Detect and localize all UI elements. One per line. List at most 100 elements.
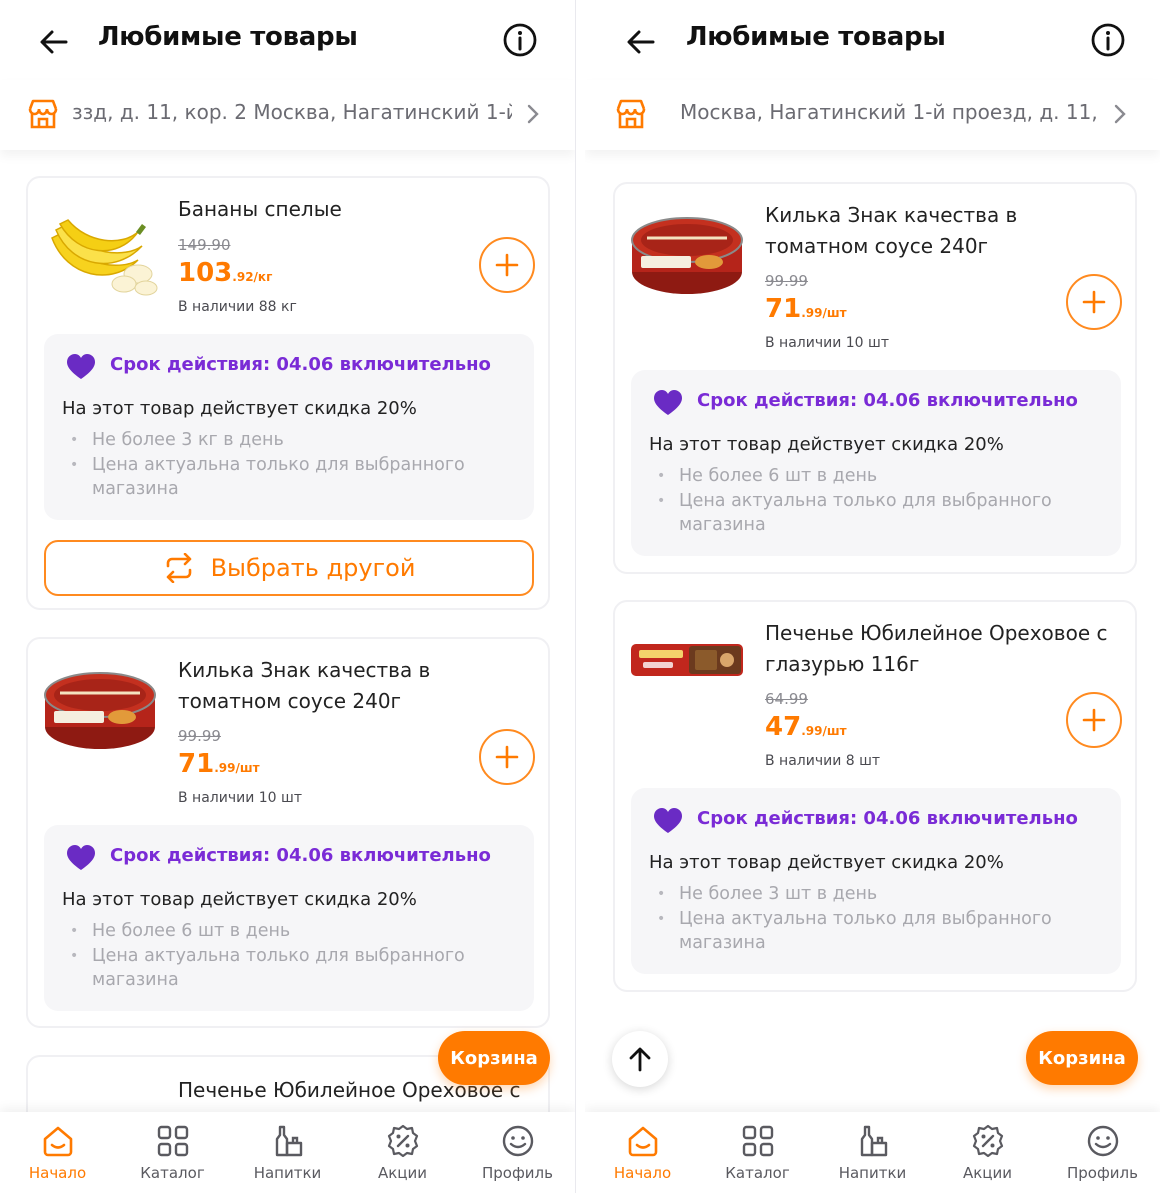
- product-card: Килька Знак качества в томатном соусе 24…: [613, 182, 1137, 574]
- price-unit: .92/кг: [232, 270, 273, 284]
- promo-discount: На этот товар действует скидка 20%: [62, 398, 417, 419]
- promo-rule: Цена актуальна только для выбранного маг…: [657, 907, 1097, 956]
- promo-block: Срок действия: 04.06 включительно На это…: [44, 825, 534, 1011]
- arrow-left-icon[interactable]: [36, 24, 72, 60]
- promo-validity: Срок действия: 04.06 включительно: [697, 390, 1078, 411]
- promo-discount: На этот товар действует скидка 20%: [649, 434, 1004, 455]
- bottles-icon: [275, 1125, 302, 1157]
- old-price: 149.90: [178, 236, 231, 254]
- store-address-bar[interactable]: Москва, Нагатинский 1-й проезд, д. 11, к…: [585, 80, 1160, 150]
- product-card: Печенье Юбилейное Ореховое с глазурью 11…: [613, 600, 1137, 992]
- tab-label: Профиль: [482, 1164, 553, 1182]
- header: Любимые товары: [0, 0, 575, 80]
- store-icon: [616, 99, 646, 129]
- current-price: 71.99/шт: [178, 749, 260, 779]
- tab-profile[interactable]: Профиль: [1045, 1112, 1160, 1193]
- tab-drinks[interactable]: Напитки: [230, 1112, 345, 1193]
- promo-discount: На этот товар действует скидка 20%: [62, 889, 417, 910]
- product-name: Килька Знак качества в томатном соусе 24…: [178, 658, 431, 713]
- heart-icon: [654, 390, 682, 415]
- info-icon[interactable]: [502, 22, 538, 58]
- chevron-right-icon: [527, 104, 539, 124]
- add-to-cart-button[interactable]: [1066, 692, 1122, 748]
- tab-home[interactable]: Начало: [0, 1112, 115, 1193]
- product-name: Печенье Юбилейное Ореховое с глазурью 11…: [765, 621, 1108, 676]
- tab-promotions[interactable]: Акции: [345, 1112, 460, 1193]
- add-to-cart-button[interactable]: [479, 729, 535, 785]
- chevron-right-icon: [1114, 104, 1126, 124]
- page-title: Любимые товары: [98, 22, 358, 52]
- discount-badge-icon: [387, 1124, 418, 1158]
- choose-other-button[interactable]: Выбрать другой: [44, 540, 534, 596]
- current-price: 103.92/кг: [178, 258, 272, 288]
- product-card: Килька Знак качества в томатном соусе 24…: [26, 637, 550, 1028]
- current-price: 71.99/шт: [765, 294, 847, 324]
- cart-button[interactable]: Корзина: [1026, 1031, 1138, 1085]
- info-icon[interactable]: [1090, 22, 1126, 58]
- cart-button[interactable]: Корзина: [438, 1031, 550, 1085]
- tab-promotions[interactable]: Акции: [930, 1112, 1045, 1193]
- screen-divider: [575, 0, 585, 1193]
- store-address: Москва, Нагатинский 1-й проезд, д. 11, к…: [680, 100, 1102, 124]
- choose-other-label: Выбрать другой: [210, 554, 416, 582]
- promo-validity: Срок действия: 04.06 включительно: [110, 845, 491, 866]
- add-to-cart-button[interactable]: [1066, 274, 1122, 330]
- old-price: 99.99: [178, 727, 221, 745]
- canned-fish-image: [631, 217, 743, 294]
- smile-icon: [502, 1125, 533, 1157]
- home-icon: [43, 1126, 72, 1157]
- tab-catalog[interactable]: Каталог: [115, 1112, 230, 1193]
- header: Любимые товары: [585, 0, 1160, 80]
- swap-icon: [166, 553, 191, 583]
- store-address-bar[interactable]: ззд, д. 11, кор. 2 Москва, Нагатинский 1…: [0, 80, 575, 150]
- current-price: 47.99/шт: [765, 712, 847, 742]
- tab-label: Напитки: [838, 1164, 907, 1182]
- promo-block: Срок действия: 04.06 включительно На это…: [44, 334, 534, 520]
- product-card: Бананы спелые 149.90 103.92/кг В наличии…: [26, 176, 550, 610]
- tab-drinks[interactable]: Напитки: [815, 1112, 930, 1193]
- plus-icon: [1082, 290, 1106, 314]
- screen-right: Любимые товары Москва, Нагатинский 1-й п…: [585, 0, 1160, 1193]
- price-unit: .99/шт: [801, 306, 847, 320]
- price-main: 71: [765, 294, 802, 324]
- tab-label: Каталог: [140, 1164, 205, 1182]
- smile-icon: [1087, 1125, 1118, 1157]
- price-unit: .99/шт: [214, 761, 260, 775]
- discount-badge-icon: [972, 1124, 1003, 1158]
- promo-rule: Не более 6 шт в день: [657, 464, 1097, 489]
- promo-block: Срок действия: 04.06 включительно На это…: [631, 370, 1121, 556]
- plus-icon: [495, 253, 519, 277]
- tab-label: Начало: [28, 1164, 87, 1182]
- screen-left: Любимые товары ззд, д. 11, кор. 2 Москва…: [0, 0, 575, 1193]
- price-main: 47: [765, 712, 802, 742]
- product-name: Килька Знак качества в томатном соусе 24…: [765, 203, 1018, 258]
- cookie-pack-image: [631, 644, 743, 676]
- page-title: Любимые товары: [686, 22, 946, 52]
- grid-icon: [742, 1125, 773, 1157]
- old-price: 64.99: [765, 690, 808, 708]
- store-icon: [28, 99, 58, 129]
- add-to-cart-button[interactable]: [479, 237, 535, 293]
- arrow-up-icon: [629, 1047, 651, 1072]
- promo-rules: Не более 3 шт в день Цена актуальна толь…: [657, 882, 1097, 956]
- promo-rule: Не более 6 шт в день: [70, 919, 510, 944]
- tab-profile[interactable]: Профиль: [460, 1112, 575, 1193]
- arrow-left-icon[interactable]: [623, 24, 659, 60]
- promo-validity: Срок действия: 04.06 включительно: [697, 808, 1078, 829]
- scroll-to-top-button[interactable]: [612, 1031, 668, 1087]
- tab-label: Акции: [962, 1164, 1013, 1182]
- tab-catalog[interactable]: Каталог: [700, 1112, 815, 1193]
- promo-rule: Не более 3 шт в день: [657, 882, 1097, 907]
- home-icon: [628, 1126, 657, 1157]
- tab-label: Начало: [613, 1164, 672, 1182]
- heart-icon: [67, 354, 95, 379]
- bottom-nav: Начало Каталог Напитки Акции Профиль: [585, 1112, 1160, 1193]
- bottom-nav: Начало Каталог Напитки Акции Профиль: [0, 1112, 575, 1193]
- tab-label: Акции: [377, 1164, 428, 1182]
- promo-rule: Не более 3 кг в день: [70, 428, 510, 453]
- tab-home[interactable]: Начало: [585, 1112, 700, 1193]
- grid-icon: [157, 1125, 188, 1157]
- heart-icon: [67, 845, 95, 870]
- price-main: 71: [178, 749, 215, 779]
- promo-block: Срок действия: 04.06 включительно На это…: [631, 788, 1121, 974]
